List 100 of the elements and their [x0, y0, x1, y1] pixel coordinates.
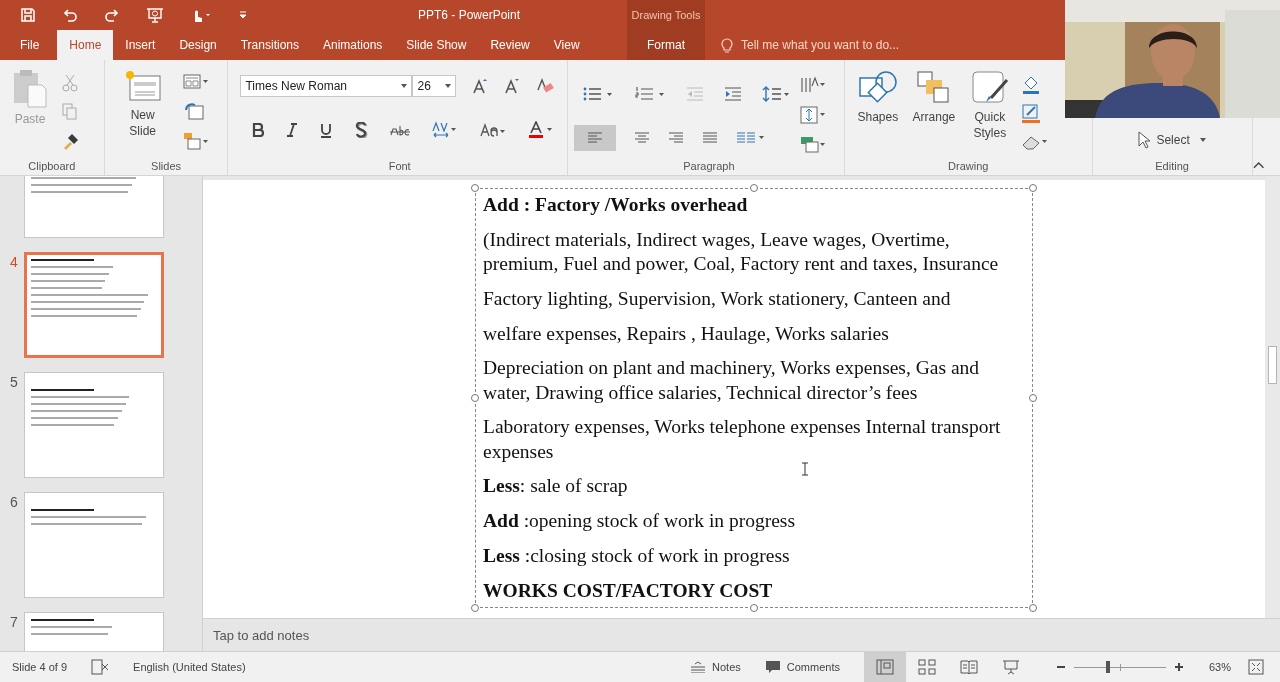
ribbon-tab[interactable]: Transitions [228, 30, 311, 60]
increase-indent-icon[interactable] [723, 87, 742, 101]
notes-icon [690, 661, 707, 673]
tell-me-field[interactable]: Tell me what you want to do... [739, 37, 963, 53]
slide-number: 7 [10, 613, 19, 632]
slide-thumbnail[interactable] [24, 612, 164, 651]
slide-number: 4 [10, 253, 19, 272]
redo-icon[interactable] [104, 7, 120, 23]
character-spacing-icon[interactable] [432, 121, 459, 139]
group-label: Paragraph [682, 160, 736, 174]
group-label: Slides [150, 160, 183, 174]
slide-text: Add :opening stock of work in progress [483, 509, 796, 534]
slide-text: Depreciation on plant and machinery, Works expenses, Gas and water, Drawing office salaries, Technical director’s fees [483, 356, 981, 405]
customize-icon[interactable] [238, 10, 248, 20]
grow-font-icon[interactable] [472, 78, 489, 94]
bold-icon[interactable] [252, 123, 265, 137]
layout-icon[interactable] [182, 73, 209, 91]
ribbon-tab[interactable]: File [0, 30, 58, 60]
align-left-icon [586, 132, 603, 144]
slide-text: (Indirect materials, Indirect wages, Leave wages, Overtime, premium, Fuel and power, Coal, Factory rent and taxes, Insurance [483, 227, 1000, 276]
quick-styles-icon [970, 70, 1009, 106]
resize-handle[interactable] [471, 394, 479, 402]
resize-handle[interactable] [750, 184, 758, 192]
bullets-icon[interactable] [581, 86, 614, 102]
shape-outline-icon[interactable] [1020, 104, 1041, 124]
underline-icon[interactable] [320, 122, 333, 138]
slide-thumbnail[interactable] [24, 252, 164, 358]
clear-formatting-icon[interactable] [536, 78, 555, 94]
font-name-field[interactable]: Times New Roman [240, 75, 413, 97]
resize-handle[interactable] [471, 604, 479, 612]
group-label: Drawing [947, 160, 990, 174]
text-shadow-icon[interactable] [354, 122, 369, 138]
group-label: Clipboard [27, 160, 77, 174]
section-icon[interactable] [182, 131, 209, 151]
notes-button[interactable]: Notes [690, 661, 741, 673]
shape-fill-icon[interactable] [1020, 74, 1041, 95]
slide-sorter-icon [918, 659, 936, 675]
strikethrough-icon[interactable] [390, 124, 411, 136]
group-label: Editing [1154, 160, 1190, 174]
drawing-button[interactable]: Quick Styles [964, 68, 1015, 160]
slide-text: Laboratory expenses, Works telephone expenses Internal transport expenses [483, 415, 1002, 464]
drawing-button[interactable]: Shapes [852, 68, 903, 160]
ribbon-tab[interactable]: View [541, 30, 592, 60]
align-text-icon[interactable] [799, 106, 826, 124]
text-direction-icon[interactable] [799, 76, 826, 94]
undo-icon[interactable] [62, 7, 78, 23]
lightbulb-icon [721, 37, 733, 53]
language-label[interactable]: English (United States) [133, 661, 246, 673]
ribbon-tab[interactable]: Slide Show [394, 30, 479, 60]
comments-button[interactable]: Comments [764, 660, 840, 674]
new-slide-button[interactable]: New Slide [112, 66, 173, 160]
ribbon-tab[interactable]: Design [167, 30, 229, 60]
normal-view-icon [876, 659, 894, 675]
align-center-icon[interactable] [633, 132, 650, 144]
smartart-icon[interactable] [799, 136, 826, 154]
ribbon-tab[interactable]: Insert [113, 30, 168, 60]
italic-icon[interactable] [286, 123, 299, 137]
clipboard-icon [12, 68, 48, 108]
zoom-level[interactable]: 63% [1200, 661, 1240, 673]
slide-text: Factory lighting, Supervision, Work stationery, Canteen and [483, 286, 952, 311]
presentation-icon[interactable] [146, 7, 164, 23]
text-cursor-icon [801, 462, 809, 476]
reading-view-icon [960, 659, 978, 675]
slide-thumbnail[interactable] [24, 492, 164, 598]
notes-placeholder[interactable]: Tap to add notes [213, 627, 310, 643]
group-label: Font [387, 160, 412, 174]
spelling-icon[interactable] [91, 659, 110, 675]
shrink-font-icon[interactable] [504, 78, 521, 94]
resize-handle[interactable] [1029, 604, 1037, 612]
slide-thumbnail[interactable] [24, 372, 164, 478]
select-button[interactable]: Select [1132, 130, 1212, 150]
resize-handle[interactable] [471, 184, 479, 192]
collapse-ribbon-icon[interactable] [1252, 161, 1264, 169]
font-color-icon[interactable] [528, 121, 555, 139]
resize-handle[interactable] [1029, 184, 1037, 192]
justify-icon[interactable] [701, 132, 718, 144]
align-left-button[interactable] [573, 125, 616, 151]
slide-number: 5 [10, 373, 19, 392]
columns-icon[interactable] [735, 132, 766, 144]
ribbon-tab[interactable]: Review [478, 30, 542, 60]
resize-handle[interactable] [750, 604, 758, 612]
drawing-button[interactable]: Arrange [908, 68, 959, 160]
arrange-icon [915, 70, 952, 106]
zoom-in-button[interactable] [1174, 662, 1184, 672]
numbering-icon[interactable] [633, 86, 666, 102]
contextual-label: Drawing Tools [631, 8, 701, 23]
fit-to-window-icon[interactable] [1248, 659, 1264, 675]
font-size-field[interactable]: 26 [412, 75, 457, 97]
ribbon-tab[interactable]: Animations [311, 30, 395, 60]
align-right-icon[interactable] [667, 132, 684, 144]
save-icon[interactable] [20, 7, 36, 23]
reset-icon[interactable] [182, 101, 205, 121]
cursor-icon [1138, 131, 1151, 149]
ribbon-tab[interactable]: Home [57, 30, 114, 60]
resize-handle[interactable] [1029, 394, 1037, 402]
line-spacing-icon[interactable] [761, 85, 790, 103]
format-painter-icon[interactable] [62, 132, 80, 151]
change-case-icon[interactable] [480, 123, 507, 137]
new-slide-icon [123, 68, 162, 104]
slide-text: Less :closing stock of work in progress [483, 544, 791, 568]
